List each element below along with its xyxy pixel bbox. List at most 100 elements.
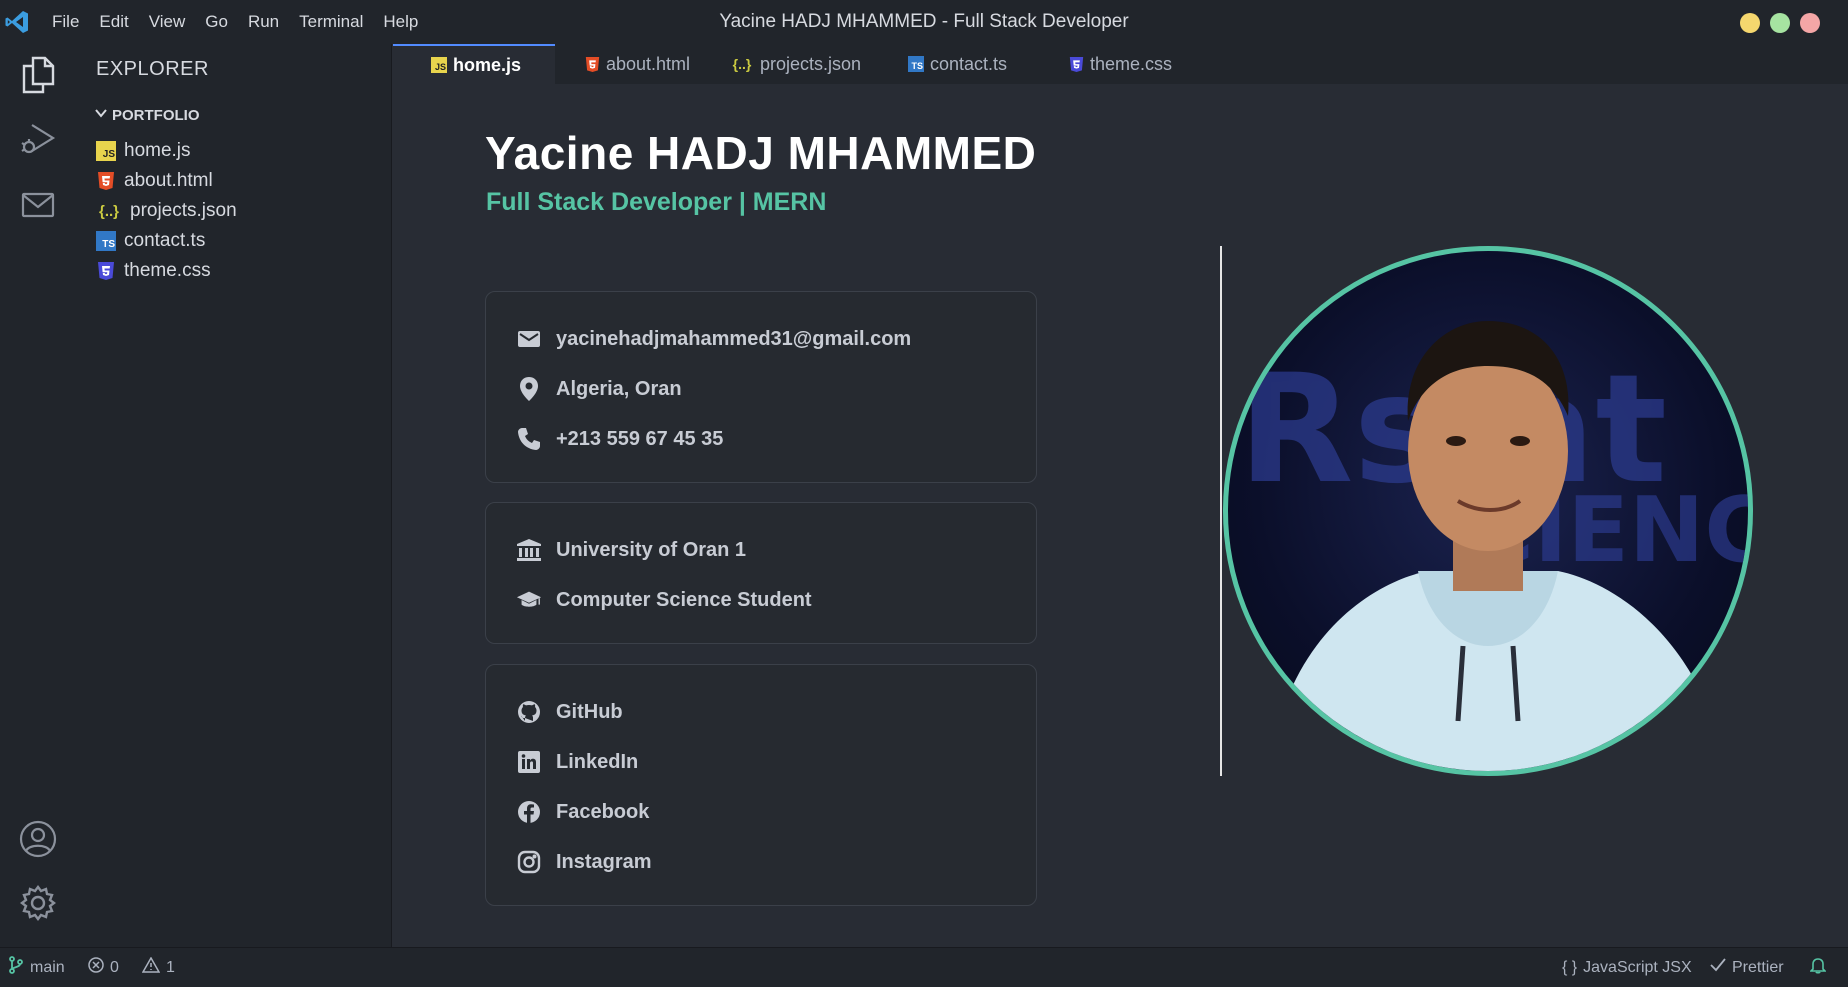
files-icon[interactable] bbox=[17, 54, 59, 96]
profile-role: Full Stack Developer | MERN bbox=[486, 188, 827, 216]
ts-file-icon: TS bbox=[96, 231, 116, 251]
vscode-logo-icon bbox=[2, 7, 32, 37]
css-file-icon bbox=[1068, 55, 1084, 73]
menu-view[interactable]: View bbox=[139, 0, 196, 44]
file-item-projects-json[interactable]: {..} projects.json bbox=[96, 196, 237, 226]
phone-row[interactable]: +213 559 67 45 35 bbox=[516, 414, 1036, 464]
tab-label: projects.json bbox=[760, 53, 862, 74]
phone-text: +213 559 67 45 35 bbox=[556, 427, 724, 450]
github-icon bbox=[516, 699, 542, 725]
email-text: yacinehadjmahammed31@gmail.com bbox=[556, 327, 912, 350]
editor-tabs: JS home.js about.html {..} projects.json… bbox=[393, 44, 1848, 84]
mail-icon bbox=[516, 326, 542, 352]
formatter-label: Prettier bbox=[1732, 958, 1784, 976]
instagram-icon bbox=[516, 849, 542, 875]
linkedin-label: LinkedIn bbox=[556, 750, 639, 773]
education-card: University of Oran 1 Computer Science St… bbox=[485, 502, 1037, 644]
warning-icon bbox=[141, 956, 161, 978]
graduation-cap-icon bbox=[516, 587, 542, 613]
facebook-link[interactable]: Facebook bbox=[516, 787, 1036, 837]
menu-bar: File Edit View Go Run Terminal Help bbox=[42, 0, 428, 44]
github-label: GitHub bbox=[556, 700, 623, 723]
minimize-button[interactable] bbox=[1740, 13, 1760, 33]
warnings-indicator[interactable]: 1 bbox=[141, 956, 175, 978]
activity-bar bbox=[0, 44, 76, 947]
settings-icon[interactable] bbox=[17, 882, 59, 924]
file-label: about.html bbox=[124, 170, 213, 191]
tab-projects-json[interactable]: {..} projects.json bbox=[710, 44, 888, 84]
prettier-indicator[interactable]: Prettier bbox=[1710, 958, 1784, 977]
instagram-label: Instagram bbox=[556, 850, 652, 873]
location-pin-icon bbox=[516, 376, 542, 402]
file-item-about-html[interactable]: about.html bbox=[96, 166, 237, 196]
file-item-theme-css[interactable]: theme.css bbox=[96, 256, 237, 286]
mail-icon[interactable] bbox=[17, 184, 59, 226]
contact-card: yacinehadjmahammed31@gmail.com Algeria, … bbox=[485, 291, 1037, 483]
warnings-count: 1 bbox=[166, 958, 175, 976]
json-file-icon: {..} bbox=[732, 56, 752, 72]
profile-name: Yacine HADJ MHAMMED bbox=[485, 127, 1037, 179]
language-label: JavaScript JSX bbox=[1583, 958, 1692, 976]
close-button[interactable] bbox=[1800, 13, 1820, 33]
menu-edit[interactable]: Edit bbox=[89, 0, 138, 44]
tab-contact-ts[interactable]: TS contact.ts bbox=[888, 44, 1048, 84]
tab-label: about.html bbox=[606, 53, 691, 74]
linkedin-icon bbox=[516, 749, 542, 775]
editor-area: Yacine HADJ MHAMMED Full Stack Developer… bbox=[393, 84, 1848, 947]
menu-run[interactable]: Run bbox=[238, 0, 289, 44]
notifications-button[interactable] bbox=[1809, 956, 1827, 979]
js-file-icon: JS bbox=[96, 141, 116, 161]
menu-help[interactable]: Help bbox=[373, 0, 428, 44]
github-link[interactable]: GitHub bbox=[516, 687, 1036, 737]
html-file-icon bbox=[585, 55, 600, 73]
window-controls bbox=[1740, 13, 1820, 33]
explorer-title: EXPLORER bbox=[96, 58, 209, 80]
file-item-home-js[interactable]: JS home.js bbox=[96, 136, 237, 166]
error-icon bbox=[88, 957, 104, 978]
profile-photo: Rslat CIENC bbox=[1223, 246, 1753, 776]
folder-label: PORTFOLIO bbox=[112, 106, 200, 124]
location-text: Algeria, Oran bbox=[556, 377, 682, 400]
file-label: projects.json bbox=[130, 200, 237, 221]
menu-terminal[interactable]: Terminal bbox=[289, 0, 373, 44]
menu-go[interactable]: Go bbox=[195, 0, 238, 44]
tab-home-js[interactable]: JS home.js bbox=[393, 44, 555, 84]
run-debug-icon[interactable] bbox=[17, 118, 59, 160]
tab-label: theme.css bbox=[1090, 53, 1173, 74]
degree-text: Computer Science Student bbox=[556, 588, 812, 611]
git-branch-icon bbox=[8, 956, 24, 979]
branch-label: main bbox=[30, 958, 65, 976]
language-mode[interactable]: { } JavaScript JSX bbox=[1562, 959, 1692, 977]
maximize-button[interactable] bbox=[1770, 13, 1790, 33]
degree-row: Computer Science Student bbox=[516, 575, 1036, 625]
braces-icon: { } bbox=[1562, 958, 1578, 976]
json-file-icon: {..} bbox=[98, 202, 119, 220]
check-icon bbox=[1710, 958, 1726, 977]
file-label: home.js bbox=[124, 140, 191, 161]
explorer-sidebar: EXPLORER PORTFOLIO JS home.js about.html… bbox=[76, 44, 392, 947]
location-row: Algeria, Oran bbox=[516, 364, 1036, 414]
email-row[interactable]: yacinehadjmahammed31@gmail.com bbox=[516, 314, 1036, 364]
js-file-icon: JS bbox=[431, 57, 447, 73]
linkedin-link[interactable]: LinkedIn bbox=[516, 737, 1036, 787]
errors-indicator[interactable]: 0 bbox=[88, 957, 119, 978]
ts-file-icon: TS bbox=[908, 56, 924, 72]
vertical-divider bbox=[1220, 246, 1222, 776]
bell-icon bbox=[1809, 956, 1827, 979]
errors-count: 0 bbox=[110, 958, 119, 976]
tab-theme-css[interactable]: theme.css bbox=[1048, 44, 1208, 84]
file-item-contact-ts[interactable]: TS contact.ts bbox=[96, 226, 237, 256]
instagram-link[interactable]: Instagram bbox=[516, 837, 1036, 887]
university-row: University of Oran 1 bbox=[516, 525, 1036, 575]
tab-about-html[interactable]: about.html bbox=[555, 44, 710, 84]
account-icon[interactable] bbox=[17, 818, 59, 860]
phone-icon bbox=[516, 426, 542, 452]
css-file-icon bbox=[96, 261, 116, 281]
branch-indicator[interactable]: main bbox=[8, 956, 65, 979]
title-bar: File Edit View Go Run Terminal Help Yaci… bbox=[0, 0, 1848, 44]
folder-portfolio[interactable]: PORTFOLIO bbox=[94, 106, 200, 124]
university-text: University of Oran 1 bbox=[556, 538, 747, 561]
file-label: theme.css bbox=[124, 260, 211, 281]
file-label: contact.ts bbox=[124, 230, 206, 251]
menu-file[interactable]: File bbox=[42, 0, 89, 44]
